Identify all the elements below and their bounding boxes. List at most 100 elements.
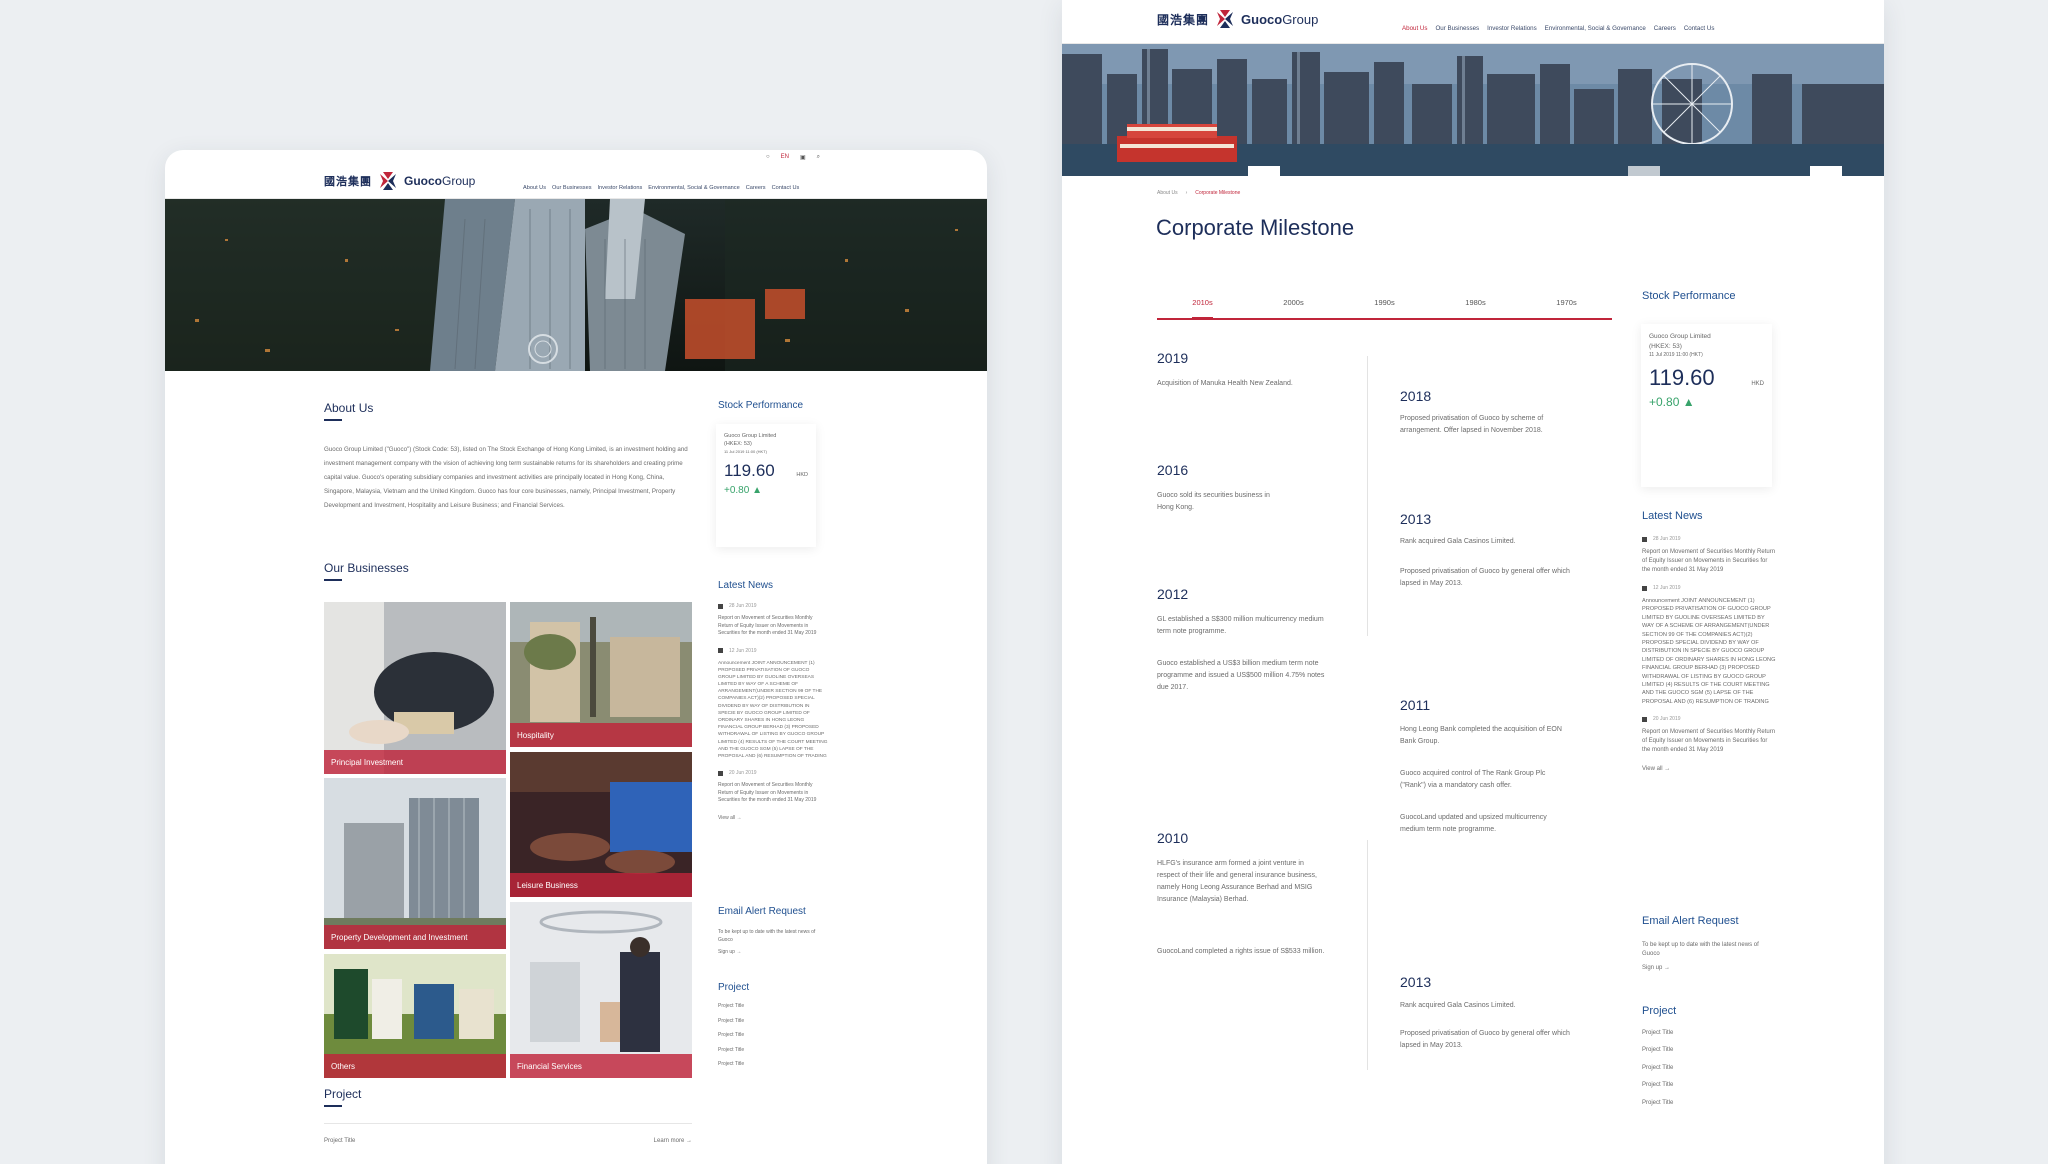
email-alert: Email Alert Request To be kept up to dat… <box>1642 915 1777 973</box>
side-project-item[interactable]: Project Title <box>1642 1077 1777 1094</box>
hero-tab-2[interactable] <box>1628 166 1660 176</box>
hero-tab-1[interactable] <box>1248 166 1280 176</box>
nav-careers[interactable]: Careers <box>1654 25 1676 32</box>
project-title: Project <box>324 1087 362 1101</box>
view-all-link[interactable]: View all → <box>1642 765 1777 774</box>
sidebar: Stock Performance <box>718 400 828 411</box>
project-row[interactable]: Project Title Learn more → <box>324 1123 692 1144</box>
tile-image-towers <box>324 778 506 949</box>
stock-title: Stock Performance <box>718 400 804 411</box>
nav-esg[interactable]: Environmental, Social & Governance <box>1545 25 1646 32</box>
nav-investor[interactable]: Investor Relations <box>598 185 643 191</box>
businesses-heading: Our Businesses <box>324 561 409 581</box>
news-item[interactable]: Announcement JOINT ANNOUNCEMENT (1) PROP… <box>1642 597 1777 706</box>
milestone-text: GuocoLand completed a rights issue of S$… <box>1157 948 1325 955</box>
tile-property[interactable]: Property Development and Investment <box>324 778 506 949</box>
about-title: About Us <box>324 401 374 415</box>
sign-up-link[interactable]: Sign up → <box>718 949 828 957</box>
side-project-item[interactable]: Project Title <box>718 1028 828 1043</box>
side-project-item[interactable]: Project Title <box>718 1043 828 1058</box>
about-text: Guoco Group Limited ("Guoco") (Stock Cod… <box>324 446 688 509</box>
logo-mark-icon <box>1217 10 1234 28</box>
decade-tabs: 2010s 2000s 1990s 1980s 1970s <box>1157 298 1612 320</box>
milestone-text: Proposed privatisation of Guoco by gener… <box>1400 568 1570 587</box>
hero-banner <box>1062 44 1884 176</box>
tile-hospitality[interactable]: Hospitality <box>510 602 692 747</box>
tab-1990s[interactable]: 1990s <box>1374 298 1394 318</box>
learn-more-link[interactable]: Learn more → <box>654 1138 692 1144</box>
news-item[interactable]: Report on Movement of Securities Monthly… <box>718 782 828 805</box>
stock-heading: Stock Performance <box>1642 290 1736 302</box>
tab-1980s[interactable]: 1980s <box>1465 298 1485 318</box>
side-project-item[interactable]: Project Title <box>718 999 828 1014</box>
stock-time: 11 Jul 2019 11:00 (HKT) <box>1649 351 1703 358</box>
breadcrumb-about[interactable]: About Us <box>1157 190 1178 196</box>
nav-businesses[interactable]: Our Businesses <box>552 185 591 191</box>
nav-contact[interactable]: Contact Us <box>772 185 800 191</box>
stock-name: Guoco Group Limited <box>724 433 777 439</box>
email-alert: Email Alert Request To be kept up to dat… <box>718 906 828 956</box>
side-project-item[interactable]: Project Title <box>1642 1025 1777 1042</box>
logo-cn: 國浩集團 <box>1157 12 1210 27</box>
news-date: 20 Jun 2019 <box>718 770 828 776</box>
sign-up-link[interactable]: Sign up → <box>1642 964 1777 973</box>
logo[interactable]: 國浩集團 GuocoGroup <box>1157 8 1318 30</box>
year-2012: 2012 <box>1157 586 1189 602</box>
year-2018: 2018 <box>1400 388 1432 404</box>
news-item[interactable]: Report on Movement of Securities Monthly… <box>1642 548 1777 575</box>
tile-caption: Principal Investment <box>324 750 506 774</box>
year-2016: 2016 <box>1157 462 1189 478</box>
stock-currency: HKD <box>796 471 808 478</box>
stock-code: (HKEX: 53) <box>1649 342 1682 350</box>
nav-contact[interactable]: Contact Us <box>1684 25 1715 32</box>
view-all-link[interactable]: View all → <box>718 815 828 823</box>
tile-financial-services[interactable]: Financial Services <box>510 902 692 1078</box>
logo[interactable]: 國浩集團 GuocoGroup <box>324 170 475 192</box>
milestone-text: Proposed privatisation of Guoco by gener… <box>1400 1030 1570 1049</box>
nav-about[interactable]: About Us <box>523 185 546 191</box>
tile-others[interactable]: Others <box>324 954 506 1078</box>
side-project-item[interactable]: Project Title <box>1642 1060 1777 1077</box>
stock-card: Guoco Group Limited (HKEX: 53) 11 Jul 20… <box>716 424 816 547</box>
nav-careers[interactable]: Careers <box>746 185 766 191</box>
hero-tab-3[interactable] <box>1810 166 1842 176</box>
breadcrumb-current: Corporate Milestone <box>1195 190 1241 196</box>
tile-caption: Property Development and Investment <box>324 925 506 949</box>
main-nav: About Us Our Businesses Investor Relatio… <box>523 185 799 191</box>
site-header: 國浩集團 GuocoGroup About Us Our Businesses … <box>165 150 987 199</box>
tab-2010s[interactable]: 2010s <box>1192 298 1213 318</box>
tab-2000s[interactable]: 2000s <box>1283 298 1303 318</box>
project-section: Project Project Title Learn more → <box>324 1087 692 1144</box>
milestone-text: Guoco sold its securities business in Ho… <box>1157 492 1270 511</box>
news-item[interactable]: Report on Movement of Securities Monthly… <box>1642 728 1777 755</box>
nav-investor[interactable]: Investor Relations <box>1487 25 1537 32</box>
tab-1970s[interactable]: 1970s <box>1556 298 1576 318</box>
stock-price: 119.60 <box>724 460 775 480</box>
news-date: 12 Jun 2019 <box>718 648 828 654</box>
side-project-list: Project Title Project Title Project Titl… <box>1642 1025 1777 1112</box>
email-text: To be kept up to date with the latest ne… <box>1642 942 1759 958</box>
side-project-title: Project <box>718 982 750 993</box>
title-underline <box>324 579 342 581</box>
stock-card: Guoco Group Limited (HKEX: 53) 11 Jul 20… <box>1641 324 1772 487</box>
latest-news: Latest News 28 Jun 2019 Report on Moveme… <box>1642 510 1777 774</box>
tile-caption: Hospitality <box>510 723 692 747</box>
milestone-text: GL established a S$300 million multicurr… <box>1157 616 1324 635</box>
side-projects: Project Project Title Project Title Proj… <box>1642 1005 1777 1112</box>
site-header: 國浩集團 GuocoGroup About Us Our Businesses … <box>1062 0 1884 44</box>
tile-leisure[interactable]: Leisure Business <box>510 752 692 897</box>
side-project-item[interactable]: Project Title <box>718 1014 828 1029</box>
news-item[interactable]: Announcement JOINT ANNOUNCEMENT (1) PROP… <box>718 660 828 761</box>
stock-change: +0.80 ▲ <box>724 484 762 496</box>
year-2019: 2019 <box>1157 350 1189 366</box>
news-item[interactable]: Report on Movement of Securities Monthly… <box>718 615 828 638</box>
stock-name: Guoco Group Limited <box>1649 333 1711 340</box>
nav-businesses[interactable]: Our Businesses <box>1435 25 1479 32</box>
tile-principal-investment[interactable]: Principal Investment <box>324 602 506 774</box>
nav-esg[interactable]: Environmental, Social & Governance <box>648 185 739 191</box>
side-project-item[interactable]: Project Title <box>718 1057 828 1072</box>
side-project-item[interactable]: Project Title <box>1642 1042 1777 1059</box>
stock-title: Stock Performance <box>1642 290 1736 302</box>
side-project-item[interactable]: Project Title <box>1642 1095 1777 1112</box>
nav-about[interactable]: About Us <box>1402 25 1427 32</box>
